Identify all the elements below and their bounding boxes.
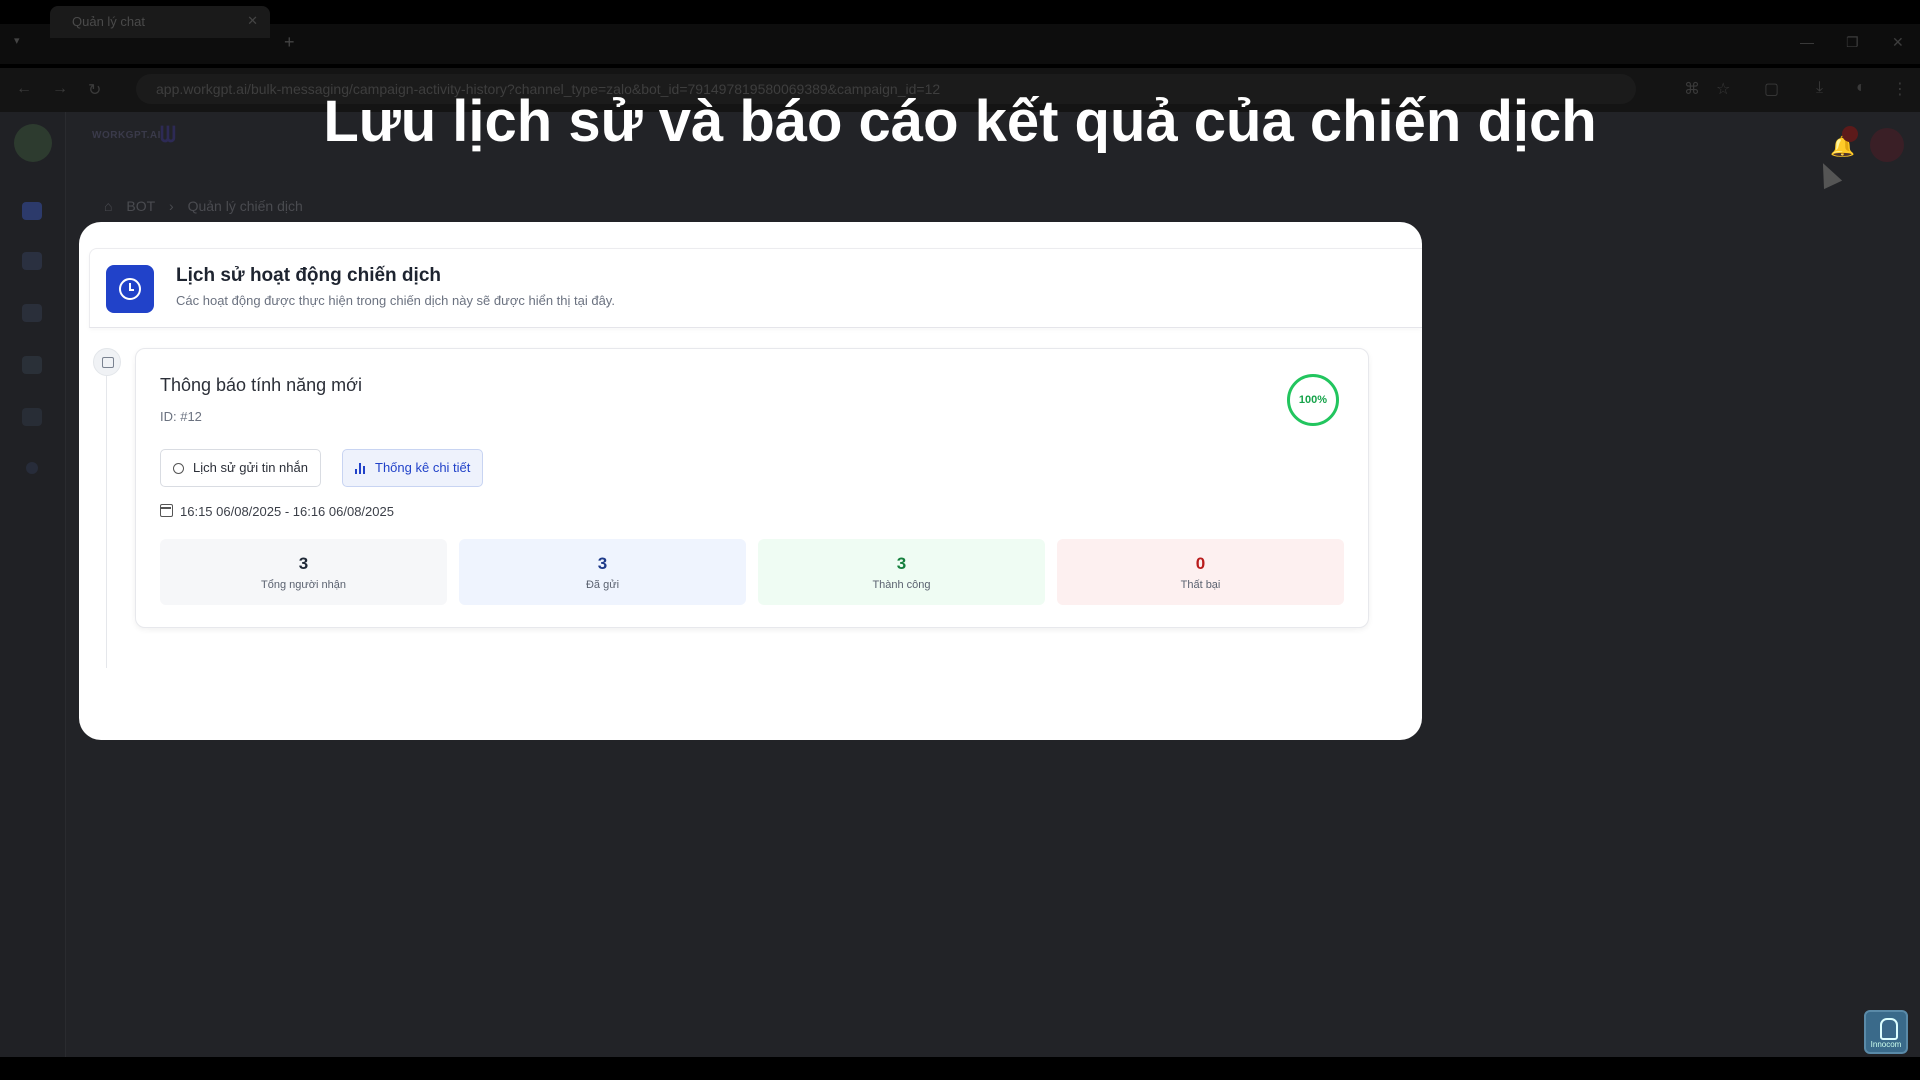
progress-ring: 100% <box>1287 374 1339 426</box>
bot-icon[interactable] <box>22 252 42 270</box>
campaign-history-modal: Lịch sử hoạt động chiến dịch Các hoạt độ… <box>79 222 1422 740</box>
maximize-icon[interactable]: ❐ <box>1846 34 1859 51</box>
home-icon[interactable] <box>22 202 42 220</box>
stat-label: Thành công <box>872 579 931 591</box>
breadcrumb-separator: › <box>169 198 174 214</box>
tab-list-chevron-icon[interactable]: ▾ <box>14 34 20 47</box>
detailed-stats-label: Thống kê chi tiết <box>375 460 471 475</box>
screen: ▾ Quản lý chat ✕ + — ❐ ✕ ← → ↻ app.workg… <box>0 0 1920 1080</box>
stat-value: 3 <box>597 554 608 573</box>
chat-icon[interactable] <box>22 304 42 322</box>
close-tab-icon[interactable]: ✕ <box>247 13 258 29</box>
window-close-icon[interactable]: ✕ <box>1892 34 1904 51</box>
stat-failed: 0 Thất bại <box>1057 539 1344 605</box>
message-history-button[interactable]: Lịch sử gửi tin nhắn <box>160 449 321 487</box>
browser-tab[interactable]: Quản lý chat ✕ <box>50 6 270 38</box>
innocom-watermark: Innocom <box>1864 1010 1908 1054</box>
detailed-stats-button[interactable]: Thống kê chi tiết <box>342 449 484 487</box>
timeline-line <box>106 372 107 668</box>
breadcrumb-bot[interactable]: BOT <box>126 198 155 214</box>
new-tab-icon[interactable]: + <box>284 32 295 53</box>
bar-chart-icon <box>355 463 367 474</box>
modal-title: Lịch sử hoạt động chiến dịch <box>176 265 441 286</box>
settings-icon[interactable] <box>26 462 38 474</box>
clock-icon <box>106 265 154 313</box>
campaign-card: Thông báo tính năng mới ID: #12 100% Lịc… <box>135 348 1369 628</box>
stat-value: 3 <box>896 554 907 573</box>
stat-value: 0 <box>1195 554 1206 573</box>
video-caption-headline: Lưu lịch sử và báo cáo kết quả của chiến… <box>323 89 1597 154</box>
message-history-label: Lịch sử gửi tin nhắn <box>193 460 308 475</box>
breadcrumb-campaigns[interactable]: Quản lý chiến dịch <box>188 198 303 214</box>
calendar-icon <box>160 504 173 517</box>
campaign-id: ID: #12 <box>160 409 202 424</box>
modal-header: Lịch sử hoạt động chiến dịch Các hoạt độ… <box>89 248 1422 328</box>
stat-label: Thất bại <box>1180 579 1221 591</box>
video-bottom-bar <box>0 1057 1920 1080</box>
stat-success: 3 Thành công <box>758 539 1045 605</box>
breadcrumb: ⌂ BOT › Quản lý chiến dịch <box>104 198 313 214</box>
history-clock-icon <box>173 463 184 474</box>
minimize-icon[interactable]: — <box>1800 34 1814 50</box>
stat-label: Tổng người nhận <box>261 579 346 591</box>
breadcrumb-home-icon[interactable]: ⌂ <box>104 198 112 214</box>
integrations-icon[interactable] <box>22 408 42 426</box>
campaign-icon[interactable] <box>22 356 42 374</box>
timeline-calendar-icon <box>93 348 121 376</box>
date-range-text: 16:15 06/08/2025 - 16:16 06/08/2025 <box>180 504 394 519</box>
stat-sent: 3 Đã gửi <box>459 539 746 605</box>
campaign-name: Thông báo tính năng mới <box>160 375 362 395</box>
browser-tab-title: Quản lý chat <box>72 14 145 29</box>
watermark-text: Innocom <box>1870 1040 1902 1049</box>
modal-subtitle: Các hoạt động được thực hiện trong chiến… <box>176 293 615 308</box>
stat-label: Đã gửi <box>585 579 620 591</box>
date-range: 16:15 06/08/2025 - 16:16 06/08/2025 <box>160 504 394 519</box>
stat-value: 3 <box>298 554 309 573</box>
stat-total-recipients: 3 Tổng người nhận <box>160 539 447 605</box>
